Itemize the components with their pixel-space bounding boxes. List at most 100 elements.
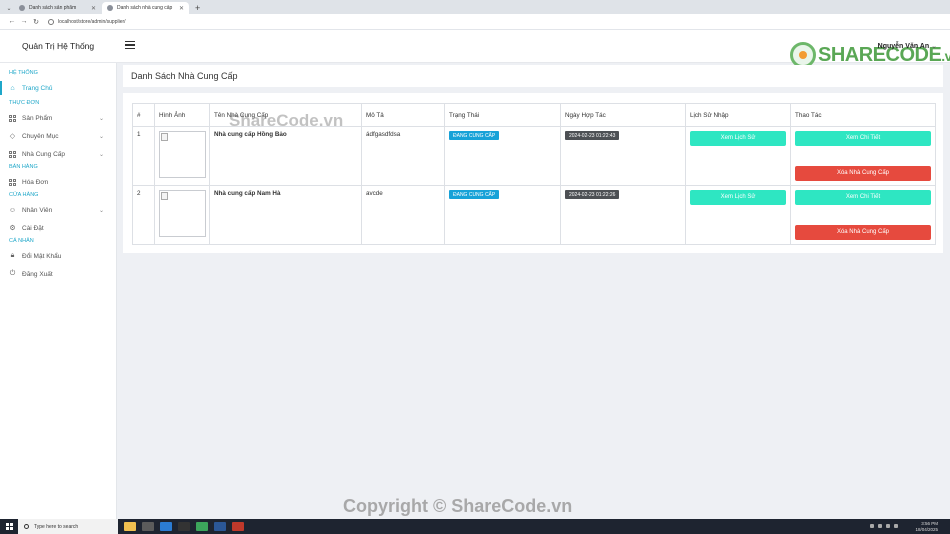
site-info-icon[interactable] <box>48 18 54 25</box>
globe-icon <box>19 5 25 11</box>
sidebar-item-label: Trang Chủ <box>22 84 53 92</box>
sidebar-item-label: Sản Phẩm <box>22 114 53 122</box>
gear-icon: ⚙ <box>9 225 16 232</box>
view-detail-button[interactable]: Xem Chi Tiết <box>795 131 931 146</box>
chevron-down-icon: ⌄ <box>98 151 104 158</box>
date-badge: 2024-02-23 01:22:26 <box>565 190 620 199</box>
row-index: 2 <box>132 185 155 245</box>
column-header: Thao Tác <box>790 103 936 127</box>
column-header: Lịch Sử Nhập <box>685 103 791 127</box>
app-icon[interactable] <box>232 522 244 531</box>
address-bar: ← → ↻ localhost/store/admin/supplier/ <box>0 14 950 30</box>
sidebar-item-suppliers[interactable]: Nhà Cung Cấp ⌄ <box>0 145 116 163</box>
browser-tab-suppliers[interactable]: Danh sách nhà cung cấp ✕ <box>102 2 189 14</box>
app-icon[interactable] <box>142 522 154 531</box>
chevron-down-icon: ⌄ <box>98 133 104 140</box>
sidebar-item-home[interactable]: ⌂ Trang Chủ <box>0 79 116 97</box>
view-history-button[interactable]: Xem Lịch Sử <box>690 190 786 205</box>
close-icon[interactable]: ✕ <box>179 5 184 12</box>
forward-arrow-icon[interactable]: → <box>18 18 30 25</box>
grid-icon <box>9 114 16 122</box>
column-header: Ngày Hợp Tác <box>560 103 686 127</box>
sidebar-item-label: Cài Đặt <box>22 224 44 232</box>
close-icon[interactable]: ✕ <box>91 5 96 12</box>
file-explorer-icon[interactable] <box>124 522 136 531</box>
broken-image-icon <box>159 190 206 237</box>
history-cell: Xem Lịch Sử <box>685 185 791 245</box>
tab-label: Danh sách nhà cung cấp <box>117 5 173 11</box>
table-row: 2 Nhà cung cấp Nam Hà avcde ĐANG CUNG CẤ… <box>132 185 936 245</box>
view-detail-button[interactable]: Xem Chi Tiết <box>795 190 931 205</box>
clock[interactable]: 3:56 PM 18/04/2025 <box>915 521 938 532</box>
row-index: 1 <box>132 126 155 186</box>
home-icon: ⌂ <box>10 84 15 92</box>
chrome-icon[interactable] <box>196 522 208 531</box>
back-arrow-icon[interactable]: ← <box>6 18 18 25</box>
column-header: Trạng Thái <box>444 103 561 127</box>
watermark-top: ShareCode.vn <box>229 111 344 130</box>
supplier-description: ádfgasdfdsa <box>361 126 445 186</box>
date-badge: 2024-02-23 01:22:43 <box>565 131 620 140</box>
browser-tab-strip: ⌄ Danh sách sản phẩm ✕ Danh sách nhà cun… <box>0 0 950 14</box>
sidebar-item-logout[interactable]: ⏻ Đăng Xuất <box>0 265 116 283</box>
windows-logo-icon <box>5 523 13 530</box>
delete-supplier-button[interactable]: Xóa Nhà Cung Cấp <box>795 166 931 181</box>
actions-cell: Xem Chi Tiết Xóa Nhà Cung Cấp <box>790 126 936 186</box>
chevron-down-icon: ⌄ <box>98 207 104 214</box>
page-title-card: Danh Sách Nhà Cung Cấp <box>123 65 943 87</box>
globe-icon <box>107 5 113 11</box>
broken-image-icon <box>159 131 206 178</box>
hamburger-menu-icon[interactable] <box>125 41 135 49</box>
sidebar-item-change-password[interactable]: 🔒︎ Đổi Mật Khẩu <box>0 247 116 265</box>
new-tab-icon[interactable]: + <box>190 2 205 14</box>
reload-icon[interactable]: ↻ <box>30 18 42 26</box>
browser-tab-products[interactable]: Danh sách sản phẩm ✕ <box>14 2 101 14</box>
column-header: # <box>132 103 155 127</box>
word-icon[interactable] <box>214 522 226 531</box>
system-tray[interactable] <box>870 524 898 528</box>
actions-cell: Xem Chi Tiết Xóa Nhà Cung Cấp <box>790 185 936 245</box>
sidebar-item-products[interactable]: Sản Phẩm ⌄ <box>0 109 116 127</box>
sidebar-section-title: CỬA HÀNG <box>9 192 39 198</box>
sidebar-item-label: Đăng Xuất <box>22 270 53 278</box>
user-menu[interactable]: Nguyễn Văn An ⌄ <box>878 42 937 50</box>
taskbar-search[interactable]: Type here to search <box>18 519 118 534</box>
logout-icon: ⏻ <box>9 270 16 277</box>
sidebar: HỆ THỐNG ⌂ Trang Chủ THỰC ĐƠN Sản Phẩm ⌄… <box>0 63 117 519</box>
status-badge: ĐANG CUNG CẤP <box>449 131 500 140</box>
sidebar-item-categories[interactable]: ◇ Chuyên Mục ⌄ <box>0 127 116 145</box>
url-field[interactable]: localhost/store/admin/supplier/ <box>48 18 126 25</box>
sidebar-item-invoices[interactable]: Hóa Đơn <box>0 173 116 191</box>
delete-supplier-button[interactable]: Xóa Nhà Cung Cấp <box>795 225 931 240</box>
view-history-button[interactable]: Xem Lịch Sử <box>690 131 786 146</box>
status-cell: ĐANG CUNG CẤP <box>444 126 561 186</box>
search-icon <box>24 524 29 529</box>
brand-title[interactable]: Quản Trị Hệ Thống <box>22 41 94 51</box>
grid-icon <box>9 150 16 158</box>
supplier-name: Nhà cung cấp Nam Hà <box>209 185 362 245</box>
image-cell <box>154 185 210 245</box>
sidebar-item-label: Hóa Đơn <box>22 178 49 186</box>
sidebar-section-title: BÁN HÀNG <box>9 164 38 170</box>
date-cell: 2024-02-23 01:22:43 <box>560 126 686 186</box>
sidebar-item-staff[interactable]: ☺ Nhân Viên ⌄ <box>0 201 116 219</box>
url-text: localhost/store/admin/supplier/ <box>58 18 126 25</box>
status-cell: ĐANG CUNG CẤP <box>444 185 561 245</box>
sidebar-item-label: Nhân Viên <box>22 206 53 214</box>
sidebar-section-title: HỆ THỐNG <box>9 70 38 76</box>
sidebar-item-label: Đổi Mật Khẩu <box>22 252 62 260</box>
status-badge: ĐANG CUNG CẤP <box>449 190 500 199</box>
user-icon: ☺ <box>8 206 17 214</box>
page-title: Danh Sách Nhà Cung Cấp <box>131 71 238 81</box>
vscode-icon[interactable] <box>160 522 172 531</box>
logo-tld: .vn <box>941 47 950 64</box>
watermark-bottom: Copyright © ShareCode.vn <box>343 496 573 516</box>
tab-list-chevron-icon[interactable]: ⌄ <box>4 2 14 14</box>
start-button[interactable] <box>0 519 18 534</box>
sidebar-item-label: Nhà Cung Cấp <box>22 150 65 158</box>
sidebar-section-title: CÁ NHÂN <box>9 238 34 244</box>
windows-taskbar: Type here to search 3:56 PM 18/04/2025 <box>0 519 950 534</box>
terminal-icon[interactable] <box>178 522 190 531</box>
supplier-description: avcde <box>361 185 445 245</box>
sidebar-item-settings[interactable]: ⚙ Cài Đặt <box>0 219 116 237</box>
